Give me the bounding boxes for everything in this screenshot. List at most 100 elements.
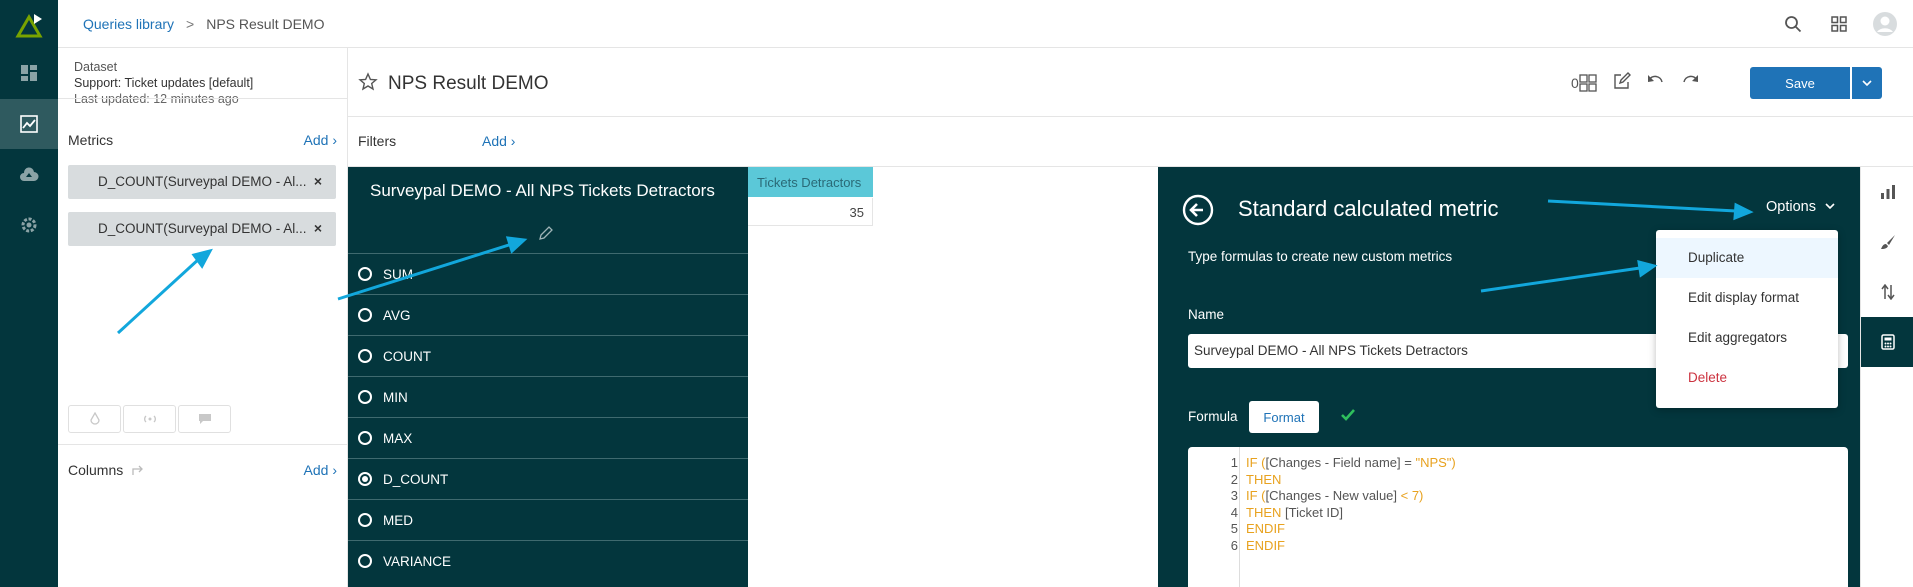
broadcast-icon[interactable] [123,405,176,433]
divider [58,444,348,445]
breadcrumb: Queries library > NPS Result DEMO [83,16,324,32]
add-metric-link[interactable]: Add › [304,132,337,148]
format-button[interactable]: Format [1249,401,1319,433]
aggregator-option-label: MAX [383,430,413,446]
reports-chart-icon[interactable] [0,99,58,149]
radio-icon[interactable] [358,513,372,527]
metric-chip-1[interactable]: D_COUNT(Surveypal DEMO - Al... × [68,165,336,199]
remove-metric-icon[interactable]: × [314,173,322,189]
radio-icon[interactable] [358,390,372,404]
aggregator-option-label: VARIANCE [383,553,452,569]
add-column-link[interactable]: Add › [304,462,337,478]
code-token: IF ( [1246,455,1266,470]
aggregator-option[interactable]: MAX [348,417,748,458]
line-number: 2 [1230,471,1238,487]
line-number: 6 [1230,537,1238,553]
code-token: [Changes - New value] [1265,488,1401,503]
save-options-chevron-down-icon[interactable] [1852,67,1882,99]
aggregator-option-label: MED [383,512,413,528]
apps-grid-icon[interactable] [1825,10,1853,38]
remove-metric-icon[interactable]: × [314,220,322,236]
code-token: THEN [1246,471,1282,487]
dataset-name[interactable]: Support: Ticket updates [default] [74,75,253,91]
checkmark-icon [1340,408,1356,425]
menu-item-edit-display-format[interactable]: Edit display format [1656,278,1838,318]
formula-editor[interactable]: 1 IF ([Changes - Field name] = "NPS") 2 THE… [1188,447,1848,587]
comment-icon[interactable] [178,405,231,433]
calculator-icon[interactable] [1861,317,1913,367]
code-token: THEN [1246,504,1285,520]
metrics-heading: Metrics [68,132,114,148]
cloud-upload-icon[interactable] [0,150,58,200]
menu-item-delete[interactable]: Delete [1656,358,1838,398]
aggregator-option[interactable]: MIN [348,376,748,417]
save-button[interactable]: Save [1750,67,1850,99]
metric-chip-label: D_COUNT(Surveypal DEMO - Al... [98,221,307,236]
columns-heading: Columns [68,462,145,478]
query-title[interactable]: NPS Result DEMO [388,73,548,95]
menu-item-edit-aggregators[interactable]: Edit aggregators [1656,318,1838,358]
aggregator-option[interactable]: D_COUNT [348,458,748,499]
chart-count[interactable]: 0 [1571,73,1597,92]
chart-grid-icon [1579,73,1597,92]
aggregator-option-label: D_COUNT [383,471,449,487]
star-icon[interactable] [358,72,378,95]
undo-icon[interactable] [1647,74,1665,91]
top-bar: Queries library > NPS Result DEMO [58,0,1913,48]
radio-icon[interactable] [358,472,372,486]
paint-brush-icon[interactable] [1861,217,1913,267]
app-logo-icon[interactable] [14,10,44,40]
dataset-updated: Last updated: 12 minutes ago [74,92,239,106]
pencil-icon[interactable] [538,225,554,244]
code-line: THEN [Ticket ID] [1246,505,1343,520]
radio-icon[interactable] [358,308,372,322]
swap-arrow-icon[interactable] [131,464,145,476]
aggregator-option[interactable]: AVG [348,294,748,335]
code-line: ENDIF [1246,538,1285,553]
sort-arrows-icon[interactable] [1861,267,1913,317]
panel-subtitle: Type formulas to create new custom metri… [1188,249,1453,264]
aggregator-option[interactable]: MED [348,499,748,540]
radio-icon[interactable] [358,349,372,363]
result-column-header[interactable]: Tickets Detractors [745,167,873,197]
name-label: Name [1188,307,1225,322]
back-arrow-icon[interactable] [1182,194,1214,229]
user-avatar-icon[interactable] [1871,10,1899,38]
line-number: 1 [1230,455,1238,470]
breadcrumb-queries-library[interactable]: Queries library [83,16,174,32]
menu-item-duplicate[interactable]: Duplicate [1656,238,1838,278]
aggregator-option[interactable]: SUM [348,253,748,294]
edit-icon[interactable] [1613,72,1631,93]
metric-chip-2[interactable]: D_COUNT(Surveypal DEMO - Al... × [68,212,336,246]
aggregator-dropdown: Surveypal DEMO - All NPS Tickets Detract… [348,167,748,587]
radio-icon[interactable] [358,554,372,568]
side-tool-rail [1860,167,1913,587]
aggregator-option-label: COUNT [383,348,431,364]
formula-label: Formula [1188,409,1238,424]
options-label: Options [1766,199,1816,215]
line-number: 5 [1230,521,1238,536]
aggregator-metric-title: Surveypal DEMO - All NPS Tickets Detract… [370,181,715,200]
result-value-cell: 35 [745,198,873,226]
code-token: ENDIF [1246,521,1285,536]
redo-icon[interactable] [1681,74,1699,91]
dashboard-icon[interactable] [0,48,58,98]
aggregator-option-label: MIN [383,389,408,405]
metric-chip-label: D_COUNT(Surveypal DEMO - Al... [98,174,307,189]
chevron-down-icon [1825,203,1835,210]
code-line: IF ([Changes - Field name] = "NPS") [1246,455,1456,470]
options-menu: Duplicate Edit display format Edit aggre… [1656,230,1838,408]
options-dropdown[interactable]: Options [1766,199,1835,215]
search-icon[interactable] [1779,10,1807,38]
settings-gear-icon[interactable] [0,200,58,250]
code-token: [Changes - Field name] = [1265,455,1416,470]
radio-icon[interactable] [358,431,372,445]
aggregator-option[interactable]: VARIANCE [348,540,748,581]
nav-rail [0,0,58,587]
add-filter-link[interactable]: Add › [482,133,515,149]
aggregator-option[interactable]: COUNT [348,335,748,376]
bar-chart-icon[interactable] [1861,167,1913,217]
radio-icon[interactable] [358,267,372,281]
drop-icon[interactable] [68,405,121,433]
aggregator-option-label: SUM [383,266,413,282]
